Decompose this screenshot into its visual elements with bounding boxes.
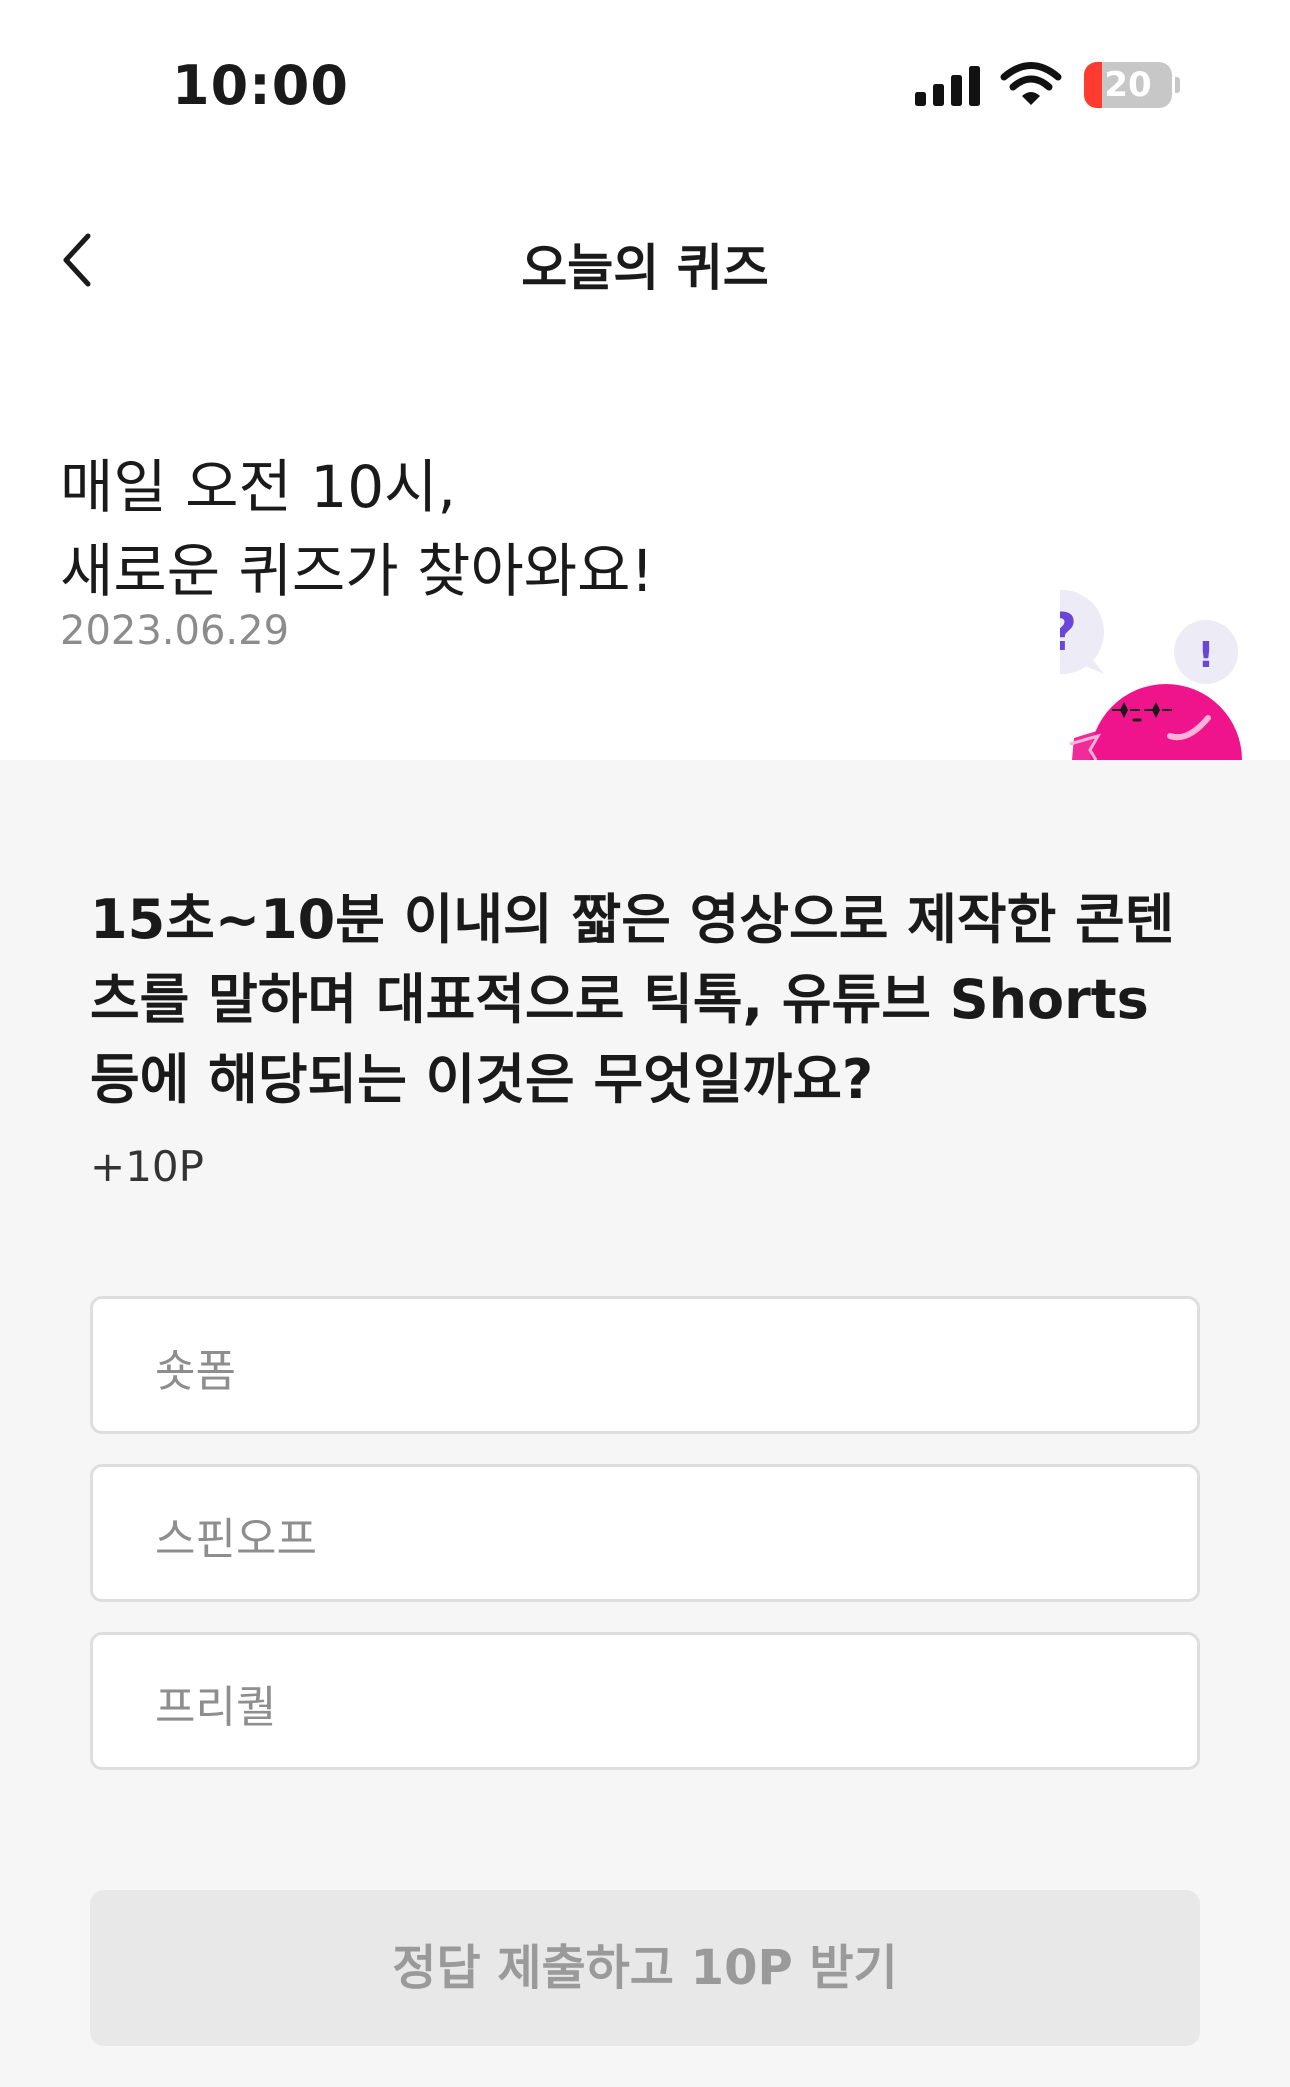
hero-headline-line2: 새로운 퀴즈가 찾아와요!	[60, 537, 654, 605]
answer-option-label: 스핀오프	[155, 1514, 317, 1565]
quiz-question: 15초~10분 이내의 짧은 영상으로 제작한 콘텐츠를 말하며 대표적으로 틱…	[90, 888, 1175, 1111]
quiz-panel: 15초~10분 이내의 짧은 영상으로 제작한 콘텐츠를 말하며 대표적으로 틱…	[0, 760, 1290, 2087]
nav-bar: 오늘의 퀴즈	[0, 200, 1290, 320]
answer-option-3[interactable]: 프리퀄	[90, 1632, 1200, 1770]
page-title: 오늘의 퀴즈	[521, 239, 769, 297]
exclamation-mark-text: !	[1198, 635, 1214, 676]
reward-points: +10P	[90, 1142, 204, 1191]
answer-option-1[interactable]: 숏폼	[90, 1296, 1200, 1434]
hero-section: 매일 오전 10시, 새로운 퀴즈가 찾아와요! 2023.06.29 ? !	[0, 320, 1290, 760]
signal-icon	[915, 66, 980, 106]
answer-option-label: 숏폼	[155, 1346, 236, 1397]
answer-option-label: 프리퀄	[155, 1682, 277, 1733]
battery-icon: 20	[1084, 62, 1180, 108]
mascot-illustration: ? !	[1060, 580, 1250, 760]
question-mark-text: ?	[1060, 603, 1077, 663]
status-time: 10:00	[172, 54, 349, 117]
status-bar: 10:00 20	[0, 0, 1290, 180]
submit-answer-button[interactable]: 정답 제출하고 10P 받기	[90, 1890, 1200, 2046]
answer-option-2[interactable]: 스핀오프	[90, 1464, 1200, 1602]
battery-level-text: 20	[1104, 65, 1152, 105]
hero-headline-line1: 매일 오전 10시,	[60, 453, 456, 521]
quiz-date: 2023.06.29	[60, 608, 290, 654]
wifi-icon	[1000, 62, 1062, 105]
quiz-screen: 10:00 20 오늘의 퀴즈 매일 오전 10시, 새로운 퀴즈가 찾아와요!…	[0, 0, 1290, 2087]
